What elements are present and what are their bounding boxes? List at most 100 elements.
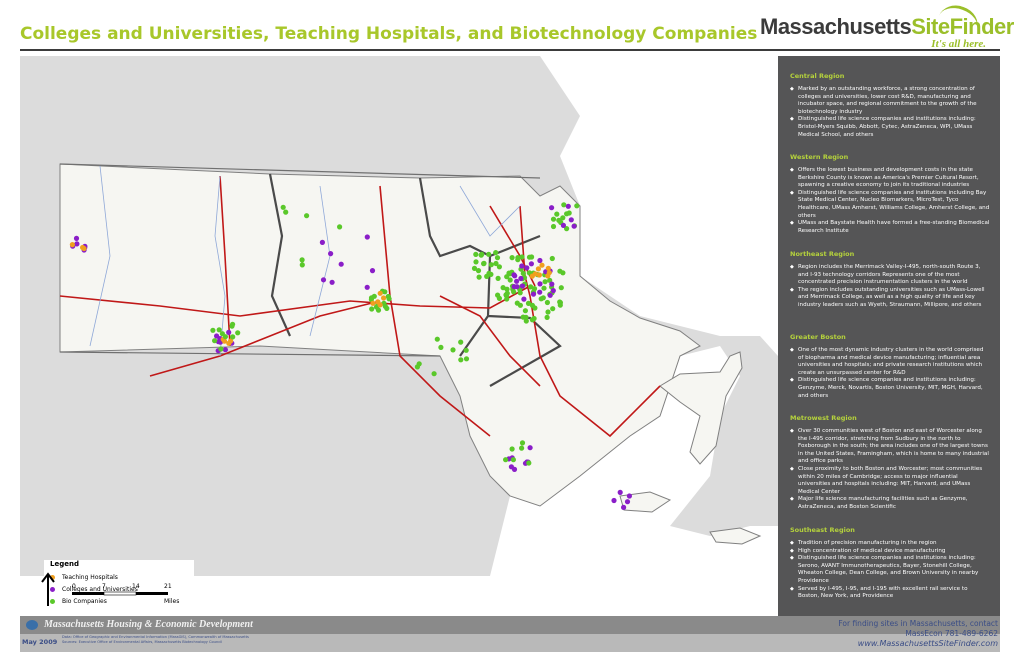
institution-marker[interactable] bbox=[280, 204, 286, 210]
institution-marker[interactable] bbox=[527, 445, 533, 451]
institution-marker[interactable] bbox=[550, 288, 556, 294]
institution-marker[interactable] bbox=[494, 255, 501, 261]
institution-marker[interactable] bbox=[514, 278, 520, 284]
institution-marker[interactable] bbox=[557, 302, 563, 308]
institution-marker[interactable] bbox=[524, 265, 530, 271]
institution-marker[interactable] bbox=[382, 289, 388, 295]
institution-marker[interactable] bbox=[522, 308, 528, 314]
institution-marker[interactable] bbox=[229, 323, 235, 329]
institution-marker[interactable] bbox=[626, 493, 633, 499]
institution-marker[interactable] bbox=[517, 302, 523, 308]
institution-marker[interactable] bbox=[558, 285, 564, 291]
institution-marker[interactable] bbox=[73, 235, 80, 241]
institution-marker[interactable] bbox=[519, 440, 526, 446]
institution-marker[interactable] bbox=[549, 255, 555, 262]
institution-marker[interactable] bbox=[320, 277, 327, 283]
institution-marker[interactable] bbox=[519, 263, 525, 269]
institution-marker[interactable] bbox=[624, 499, 631, 505]
institution-marker[interactable] bbox=[214, 333, 220, 339]
institution-marker[interactable] bbox=[511, 272, 517, 278]
institution-marker[interactable] bbox=[574, 203, 580, 209]
institution-marker[interactable] bbox=[319, 239, 325, 245]
institution-marker[interactable] bbox=[528, 261, 534, 267]
institution-marker[interactable] bbox=[557, 268, 563, 274]
institution-marker[interactable] bbox=[299, 262, 305, 268]
institution-marker[interactable] bbox=[283, 209, 289, 215]
institution-marker[interactable] bbox=[371, 293, 377, 299]
institution-marker[interactable] bbox=[554, 211, 560, 217]
institution-marker[interactable] bbox=[521, 296, 527, 302]
institution-marker[interactable] bbox=[226, 329, 232, 335]
institution-marker[interactable] bbox=[531, 315, 537, 322]
institution-marker[interactable] bbox=[473, 251, 479, 257]
institution-marker[interactable] bbox=[547, 292, 553, 298]
institution-marker[interactable] bbox=[503, 457, 509, 463]
institution-marker[interactable] bbox=[519, 445, 525, 451]
institution-marker[interactable] bbox=[550, 306, 556, 312]
institution-marker[interactable] bbox=[509, 255, 515, 261]
institution-marker[interactable] bbox=[545, 309, 551, 315]
institution-marker[interactable] bbox=[549, 281, 555, 287]
site-logo[interactable]: MassachusettsSiteFinder It's all here. bbox=[760, 0, 1014, 54]
institution-marker[interactable] bbox=[509, 446, 515, 452]
institution-marker[interactable] bbox=[496, 264, 502, 270]
map-canvas[interactable]: Legend Teaching Hospitals Colleges and U… bbox=[20, 56, 778, 616]
institution-marker[interactable] bbox=[222, 347, 228, 353]
institution-marker[interactable] bbox=[414, 364, 420, 370]
institution-marker[interactable] bbox=[450, 347, 456, 353]
institution-marker[interactable] bbox=[539, 262, 545, 268]
institution-marker[interactable] bbox=[212, 338, 218, 344]
institution-marker[interactable] bbox=[550, 216, 557, 222]
institution-marker[interactable] bbox=[528, 284, 534, 290]
institution-marker[interactable] bbox=[377, 302, 383, 308]
institution-marker[interactable] bbox=[216, 327, 222, 333]
institution-marker[interactable] bbox=[508, 464, 514, 470]
institution-marker[interactable] bbox=[560, 215, 566, 221]
institution-marker[interactable] bbox=[526, 254, 533, 260]
institution-marker[interactable] bbox=[80, 244, 86, 251]
institution-marker[interactable] bbox=[458, 357, 464, 363]
institution-marker[interactable] bbox=[431, 371, 437, 377]
institution-marker[interactable] bbox=[549, 205, 555, 211]
institution-marker[interactable] bbox=[486, 251, 492, 257]
institution-marker[interactable] bbox=[550, 223, 557, 230]
institution-marker[interactable] bbox=[537, 257, 543, 264]
institution-marker[interactable] bbox=[544, 299, 551, 306]
institution-marker[interactable] bbox=[463, 347, 469, 353]
institution-marker[interactable] bbox=[69, 242, 75, 248]
institution-marker[interactable] bbox=[299, 257, 305, 263]
institution-marker[interactable] bbox=[463, 356, 470, 362]
institution-marker[interactable] bbox=[519, 254, 525, 260]
institution-marker[interactable] bbox=[506, 270, 512, 276]
institution-marker[interactable] bbox=[611, 497, 617, 504]
institution-marker[interactable] bbox=[545, 273, 551, 279]
institution-marker[interactable] bbox=[377, 290, 383, 296]
institution-marker[interactable] bbox=[369, 268, 376, 274]
institution-marker[interactable] bbox=[537, 281, 543, 287]
institution-marker[interactable] bbox=[545, 265, 551, 271]
institution-marker[interactable] bbox=[438, 344, 444, 350]
institution-marker[interactable] bbox=[476, 274, 482, 280]
institution-marker[interactable] bbox=[565, 203, 571, 209]
institution-marker[interactable] bbox=[337, 224, 343, 230]
institution-marker[interactable] bbox=[329, 279, 335, 285]
institution-marker[interactable] bbox=[571, 223, 577, 229]
massachusetts-map[interactable] bbox=[20, 56, 778, 616]
institution-marker[interactable] bbox=[517, 290, 523, 296]
institution-marker[interactable] bbox=[530, 291, 537, 297]
institution-marker[interactable] bbox=[471, 265, 478, 271]
institution-marker[interactable] bbox=[495, 292, 501, 298]
institution-marker[interactable] bbox=[541, 285, 547, 291]
institution-marker[interactable] bbox=[561, 202, 567, 208]
institution-marker[interactable] bbox=[369, 306, 375, 312]
institution-marker[interactable] bbox=[560, 222, 567, 228]
institution-marker[interactable] bbox=[538, 296, 544, 302]
institution-marker[interactable] bbox=[529, 302, 535, 308]
website-link[interactable]: www.MassachusettsSiteFinder.com bbox=[838, 639, 998, 649]
institution-marker[interactable] bbox=[542, 279, 548, 285]
institution-marker[interactable] bbox=[364, 234, 370, 240]
institution-marker[interactable] bbox=[511, 284, 517, 290]
institution-marker[interactable] bbox=[568, 217, 574, 223]
institution-marker[interactable] bbox=[493, 250, 499, 256]
institution-marker[interactable] bbox=[504, 286, 510, 292]
